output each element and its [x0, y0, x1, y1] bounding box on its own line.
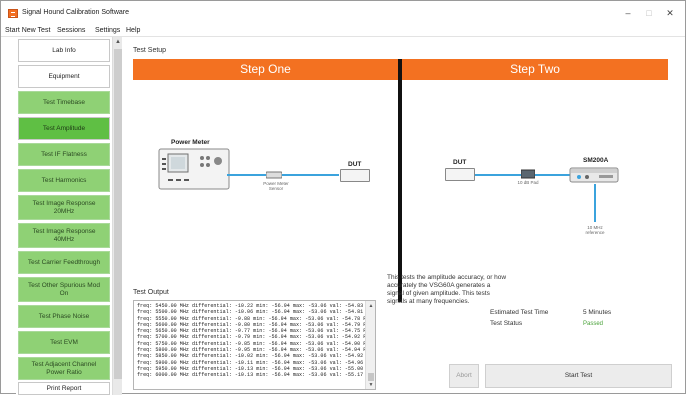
menu-bar: Start New Test Sessions Settings Help	[1, 25, 685, 37]
estimated-time-value: 5 Minutes	[583, 309, 612, 316]
app-window: Signal Hound Calibration Software – □ ✕ …	[0, 0, 686, 395]
output-scrollbar[interactable]: ▲ ▼	[365, 301, 375, 389]
test-output-log[interactable]: freq: 5450.00 MHz differential: -10.22 m…	[133, 300, 376, 390]
close-button[interactable]: ✕	[660, 6, 680, 20]
output-line: freq: 5500.00 MHz differential: -10.06 m…	[137, 309, 376, 316]
sidebar-item-test-other-spurious[interactable]: Test Other Spurious Mod On	[18, 277, 110, 302]
main-panel: Test Setup Step One Step Two Power Meter…	[123, 37, 685, 393]
sidebar-scrollbar[interactable]: ▲	[112, 37, 122, 395]
dut-label-step-two: DUT	[453, 159, 467, 166]
sidebar-item-test-timebase[interactable]: Test Timebase	[18, 91, 110, 114]
sidebar-item-test-amplitude[interactable]: Test Amplitude	[18, 117, 110, 140]
menu-start-new-test[interactable]: Start New Test	[5, 27, 50, 34]
step-one-banner: Step One	[133, 59, 398, 80]
sidebar-item-test-carrier-feedthrough[interactable]: Test Carrier Feedthrough	[18, 251, 110, 274]
reference-cable	[594, 184, 596, 222]
sidebar-item-test-evm[interactable]: Test EVM	[18, 331, 110, 354]
scroll-up-icon[interactable]: ▲	[114, 38, 122, 46]
power-meter-label: Power Meter	[171, 139, 210, 146]
menu-help[interactable]: Help	[126, 27, 140, 34]
test-status-label: Test Status	[490, 320, 523, 327]
sidebar-item-test-phase-noise[interactable]: Test Phase Noise	[18, 305, 110, 328]
step-divider	[398, 59, 402, 302]
test-output-lines: freq: 5450.00 MHz differential: -10.22 m…	[137, 303, 376, 379]
dut-device-icon	[340, 169, 370, 182]
sm200a-device-icon	[569, 167, 619, 183]
sidebar-item-test-image-response-20mhz[interactable]: Test Image Response 20MHz	[18, 195, 110, 220]
title-bar: Signal Hound Calibration Software – □ ✕	[1, 1, 685, 25]
maximize-button[interactable]: □	[639, 6, 659, 20]
power-sensor-icon	[266, 171, 282, 179]
menu-settings[interactable]: Settings	[95, 27, 120, 34]
sidebar-item-test-if-flatness[interactable]: Test IF Flatness	[18, 143, 110, 166]
power-meter-icon	[158, 148, 230, 190]
step-two-banner: Step Two	[402, 59, 668, 80]
start-test-button[interactable]: Start Test	[485, 364, 672, 388]
test-output-label: Test Output	[133, 289, 169, 296]
sidebar-scroll-thumb[interactable]	[114, 49, 122, 379]
reference-caption: 10 MHz reference	[585, 225, 605, 235]
app-logo-icon	[8, 9, 18, 18]
test-sidebar: Lab Info Equipment Test Timebase Test Am…	[16, 37, 112, 395]
scroll-up-icon[interactable]: ▲	[367, 302, 375, 310]
minimize-button[interactable]: –	[618, 6, 638, 20]
test-description: This tests the amplitude accuracy, or ho…	[387, 274, 507, 305]
output-line: freq: 5550.00 MHz differential: -9.88 mi…	[137, 315, 376, 322]
sm200a-label: SM200A	[583, 157, 609, 164]
menu-sessions[interactable]: Sessions	[57, 27, 85, 34]
window-title: Signal Hound Calibration Software	[22, 9, 130, 16]
sidebar-item-print-report[interactable]: Print Report	[18, 382, 110, 395]
dut-label-step-one: DUT	[348, 161, 362, 168]
test-setup-label: Test Setup	[133, 47, 167, 54]
pad-caption: 10 dB Pad	[517, 180, 539, 185]
sidebar-item-test-acpr[interactable]: Test Adjacent Channel Power Ratio	[18, 357, 110, 380]
abort-button[interactable]: Abort	[449, 364, 479, 388]
output-line: freq: 5700.00 MHz differential: -9.79 mi…	[137, 334, 376, 341]
attenuator-pad-icon	[521, 169, 535, 179]
power-meter-sensor-caption: Power Meter Sensor	[263, 181, 289, 191]
scroll-down-icon[interactable]: ▼	[367, 381, 375, 389]
dut2-device-icon	[445, 168, 475, 181]
sidebar-item-test-harmonics[interactable]: Test Harmonics	[18, 169, 110, 192]
power-sensor-cable	[227, 174, 339, 176]
sidebar-item-test-image-response-40mhz[interactable]: Test Image Response 40MHz	[18, 223, 110, 248]
estimated-time-label: Estimated Test Time	[490, 309, 549, 316]
output-scroll-thumb[interactable]	[368, 373, 374, 381]
output-line: freq: 5850.00 MHz differential: -10.02 m…	[137, 353, 376, 360]
sidebar-item-lab-info[interactable]: Lab Info	[18, 39, 110, 62]
test-status-value: Passed	[583, 321, 604, 327]
output-line: freq: 6000.00 MHz differential: -10.13 m…	[137, 372, 376, 379]
sidebar-item-equipment[interactable]: Equipment	[18, 65, 110, 88]
